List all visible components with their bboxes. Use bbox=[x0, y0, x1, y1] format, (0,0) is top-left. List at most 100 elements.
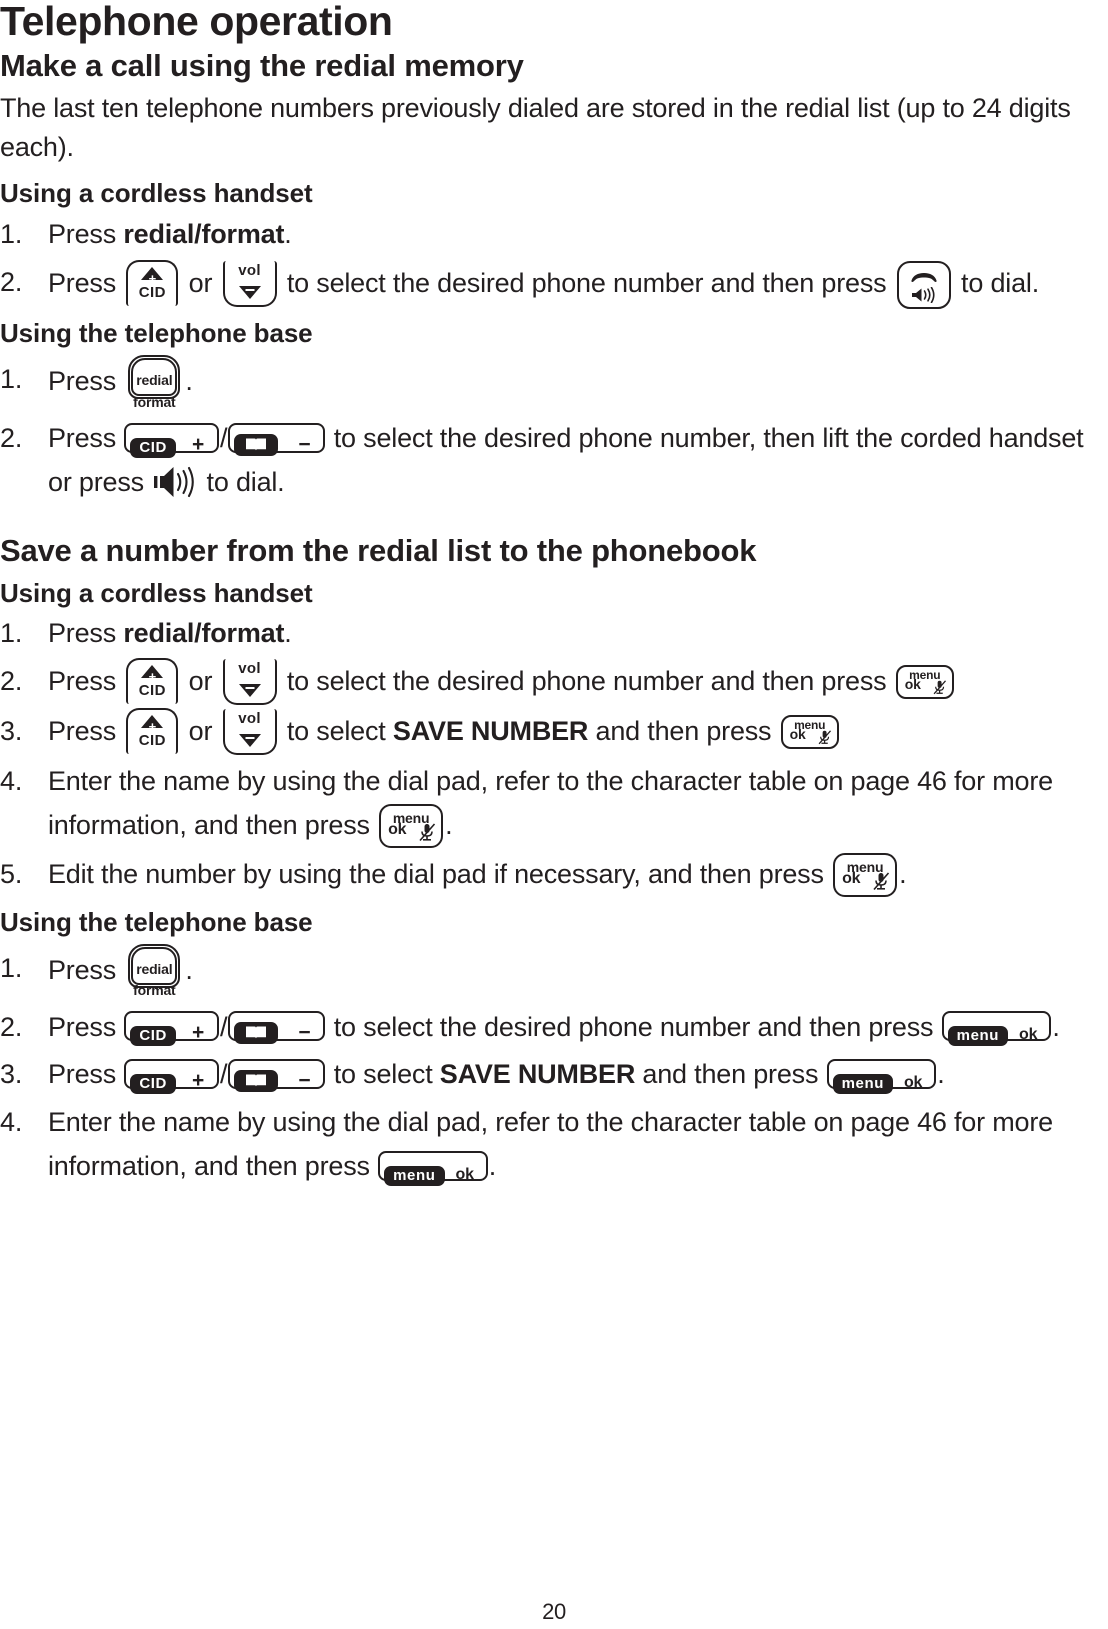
ok-key-label: ok bbox=[1019, 1026, 1038, 1044]
ok-key-label: ok bbox=[388, 820, 407, 838]
format-key-label: format bbox=[133, 393, 176, 410]
ok-key-label: ok bbox=[903, 1074, 923, 1092]
list-item: 4. Enter the name by using the dial pad,… bbox=[0, 1101, 1088, 1188]
step-text-bold: SAVE NUMBER bbox=[392, 716, 589, 747]
step-number: 4. bbox=[0, 1106, 23, 1137]
list-item: 1. Press redial format. bbox=[0, 942, 1088, 1002]
speaker-glyph-icon bbox=[911, 287, 935, 304]
cid-badge-label: CID bbox=[130, 437, 176, 458]
manual-page: Telephone operation Make a call using th… bbox=[0, 0, 1108, 1629]
step-text: Press bbox=[48, 1059, 124, 1090]
base-phonebook-minus-key-icon: − bbox=[228, 1011, 326, 1045]
cid-badge-label: CID bbox=[130, 1074, 176, 1095]
subheading-cordless-handset-2: Using a cordless handset bbox=[0, 577, 313, 608]
section-heading-make-a-call: Make a call using the redial memory bbox=[0, 48, 524, 84]
redial-format-key-icon: redial format bbox=[126, 354, 182, 415]
cid-up-key-icon: + CID bbox=[126, 708, 179, 755]
step-text: Press bbox=[48, 422, 124, 453]
phonebook-icon bbox=[234, 433, 279, 456]
base-phonebook-minus-key-icon: − bbox=[228, 422, 326, 456]
step-text: to dial. bbox=[199, 466, 285, 497]
minus-icon bbox=[245, 687, 255, 690]
step-number: 3. bbox=[0, 716, 23, 747]
redial-format-key-icon: redial format bbox=[126, 943, 182, 1004]
step-number: 2. bbox=[0, 666, 23, 697]
step-number: 5. bbox=[0, 858, 23, 889]
base-cid-plus-key-icon: CID + bbox=[124, 422, 220, 458]
step-text: and then press bbox=[635, 1059, 826, 1090]
cid-badge-label: CID bbox=[130, 1026, 176, 1047]
base-menu-ok-key-icon: menu ok bbox=[826, 1059, 937, 1095]
step-text: to dial. bbox=[953, 268, 1040, 299]
ok-key-label: ok bbox=[789, 726, 806, 743]
minus-icon bbox=[245, 737, 255, 740]
step-text: or bbox=[181, 268, 220, 299]
handset-menu-ok-key-icon: menu ok bbox=[833, 852, 898, 897]
section-intro-text: The last ten telephone numbers previousl… bbox=[0, 93, 1071, 163]
handset-menu-ok-key-icon: menu ok bbox=[895, 665, 954, 700]
step-text: . bbox=[488, 1150, 497, 1181]
step-text: to select bbox=[279, 716, 393, 747]
phonebook-icon bbox=[234, 1070, 279, 1093]
step-text: Press bbox=[48, 716, 124, 747]
step-text: / bbox=[220, 422, 228, 453]
section-heading-save-number: Save a number from the redial list to th… bbox=[0, 533, 757, 569]
step-number: 2. bbox=[0, 267, 23, 298]
list-item: 2. Press CID + / − to select the desired ph… bbox=[0, 1006, 1088, 1050]
list-item: 3. Press CID + / − to select SAVE NUMBER an… bbox=[0, 1053, 1088, 1097]
base-phonebook-minus-key-icon: − bbox=[228, 1059, 326, 1093]
list-item: 4. Enter the name by using the dial pad,… bbox=[0, 760, 1088, 849]
step-number: 1. bbox=[0, 363, 23, 394]
minus-icon: − bbox=[298, 1021, 311, 1045]
open-book-glyph-icon bbox=[246, 1026, 267, 1039]
step-number: 2. bbox=[0, 1011, 23, 1042]
cid-up-key-icon: + CID bbox=[126, 260, 179, 307]
subheading-telephone-base-2: Using the telephone base bbox=[0, 906, 313, 937]
step-text: Press bbox=[48, 1011, 124, 1042]
list-item: 1. Press redial format. bbox=[0, 353, 1088, 413]
step-text: Press bbox=[48, 268, 124, 299]
step-text-bold: redial/format bbox=[123, 219, 285, 250]
page-number: 20 bbox=[542, 1599, 566, 1624]
menu-badge-label: menu bbox=[384, 1165, 445, 1186]
step-text: . bbox=[1052, 1011, 1060, 1042]
step-text: . bbox=[284, 219, 292, 250]
page-title: Telephone operation bbox=[0, 0, 393, 44]
open-book-glyph-icon bbox=[246, 1074, 267, 1087]
vol-key-label: vol bbox=[238, 710, 261, 728]
list-item: 2. Press CID + / − to select the desired ph… bbox=[0, 417, 1088, 504]
step-number: 2. bbox=[0, 422, 23, 453]
step-text: . bbox=[899, 858, 907, 889]
minus-icon: − bbox=[298, 1069, 311, 1093]
step-text: to select the desired phone number and t… bbox=[326, 1011, 941, 1042]
step-text: Press bbox=[48, 666, 124, 697]
plus-icon: + bbox=[191, 1069, 205, 1093]
step-text: . bbox=[445, 809, 453, 840]
step-text: / bbox=[220, 1059, 228, 1090]
minus-icon: − bbox=[298, 432, 311, 456]
mic-mute-icon bbox=[818, 730, 831, 745]
vol-key-label: vol bbox=[238, 262, 261, 280]
menu-badge-label: menu bbox=[947, 1026, 1009, 1047]
step-text-bold: redial/format bbox=[123, 618, 285, 649]
minus-icon bbox=[245, 289, 255, 292]
subheading-cordless-handset-1: Using a cordless handset bbox=[0, 178, 313, 209]
format-key-label: format bbox=[133, 982, 176, 999]
cid-up-key-icon: + CID bbox=[126, 658, 179, 705]
step-text: Enter the name by using the dial pad, re… bbox=[48, 1106, 1053, 1181]
step-text: . bbox=[185, 366, 193, 397]
base-cid-plus-key-icon: CID + bbox=[124, 1059, 220, 1095]
vol-down-key-icon: vol bbox=[222, 659, 277, 706]
cid-key-label: CID bbox=[138, 283, 166, 301]
step-text-bold: SAVE NUMBER bbox=[439, 1059, 636, 1090]
cid-key-label: CID bbox=[138, 731, 166, 749]
ok-key-label: ok bbox=[455, 1165, 474, 1183]
list-item: 2. Press + CID or vol to select the desir… bbox=[0, 658, 1088, 706]
handset-glyph-icon bbox=[911, 273, 937, 283]
step-text: Edit the number by using the dial pad if… bbox=[48, 858, 832, 889]
step-text: Press bbox=[48, 219, 124, 250]
subheading-telephone-base-1: Using the telephone base bbox=[0, 318, 313, 349]
step-number: 4. bbox=[0, 766, 23, 797]
phonebook-icon bbox=[234, 1022, 279, 1045]
base-menu-ok-key-icon: menu ok bbox=[941, 1011, 1052, 1047]
